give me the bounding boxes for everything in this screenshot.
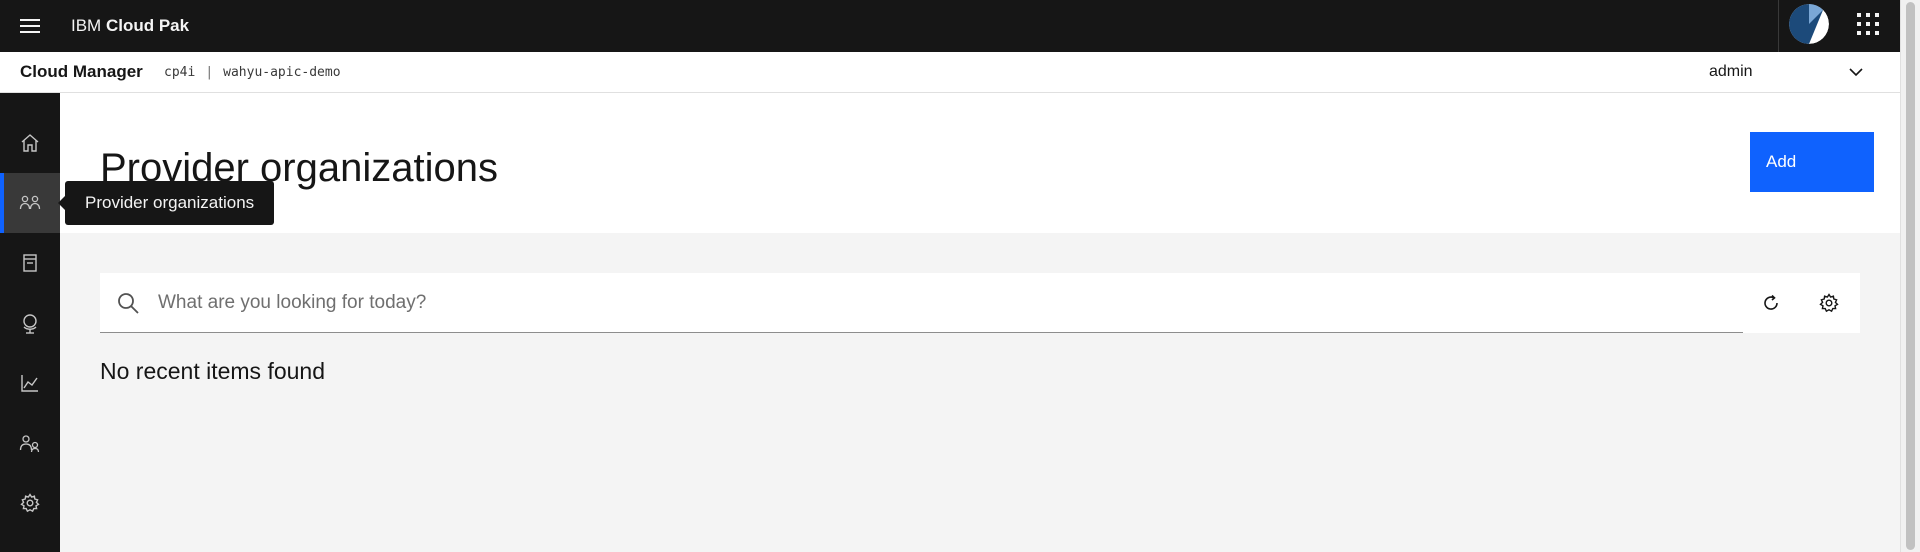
app-switcher-icon[interactable]	[1854, 10, 1882, 38]
context-separator: |	[205, 65, 214, 80]
search-field	[100, 273, 1743, 333]
empty-state-message: No recent items found	[100, 358, 326, 384]
side-nav	[0, 93, 60, 552]
nav-item-provider-organizations[interactable]	[0, 173, 60, 233]
page-scrollbar[interactable]	[1900, 0, 1920, 552]
nav-item-catalog[interactable]	[0, 233, 60, 293]
add-button[interactable]: Add	[1750, 132, 1874, 192]
user-menu[interactable]: admin	[1700, 52, 1880, 92]
user-group-icon	[19, 195, 41, 210]
catalog-icon	[23, 254, 37, 272]
menu-icon[interactable]	[18, 14, 42, 38]
chevron-down-icon	[1849, 68, 1863, 77]
scrollbar-thumb[interactable]	[1906, 2, 1915, 550]
nav-item-topology[interactable]	[0, 293, 60, 353]
context-breadcrumb: cp4i | wahyu-apic-demo	[164, 64, 341, 82]
brand-prefix: IBM	[71, 16, 102, 35]
global-header: IBM Cloud Pak	[0, 0, 1900, 52]
refresh-icon	[1764, 294, 1778, 310]
user-name: admin	[1709, 63, 1753, 80]
refresh-button[interactable]	[1751, 283, 1791, 323]
nav-item-analytics[interactable]	[0, 353, 60, 413]
secondary-header: Cloud Manager cp4i | wahyu-apic-demo admin	[0, 52, 1900, 93]
brand-name[interactable]: IBM Cloud Pak	[71, 14, 189, 38]
header-divider	[1778, 0, 1779, 52]
home-icon	[21, 134, 39, 152]
avatar[interactable]	[1789, 4, 1829, 44]
settings-icon	[20, 493, 40, 513]
search-icon	[118, 293, 139, 314]
nav-item-home[interactable]	[0, 113, 60, 173]
user-admin-icon	[19, 435, 40, 453]
search-settings-button[interactable]	[1809, 283, 1849, 323]
search-bar	[100, 273, 1860, 333]
analytics-icon	[21, 375, 38, 392]
nav-item-settings[interactable]	[0, 473, 60, 533]
context-catalog: cp4i	[164, 65, 196, 80]
context-instance: wahyu-apic-demo	[223, 65, 341, 80]
page-header: Provider organizations Add	[60, 93, 1900, 233]
search-input[interactable]	[158, 273, 1728, 332]
nav-item-members[interactable]	[0, 413, 60, 473]
gear-icon	[1819, 293, 1839, 313]
nav-tooltip: Provider organizations	[57, 181, 275, 225]
brand-product: Cloud Pak	[105, 16, 190, 35]
globe-icon	[23, 314, 37, 334]
app-name: Cloud Manager	[20, 62, 143, 81]
